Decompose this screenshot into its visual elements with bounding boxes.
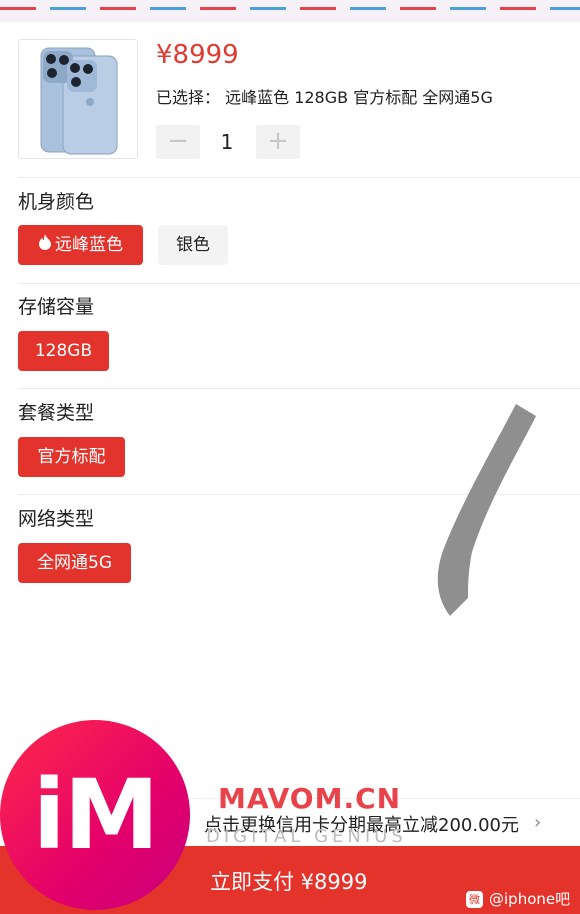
option-color-blue[interactable]: 远峰蓝色 — [18, 225, 143, 265]
divider — [18, 283, 580, 284]
pay-now-label: 立即支付 ¥8999 — [210, 870, 368, 894]
selected-prefix: 已选择： — [156, 88, 221, 107]
section-title-color: 机身颜色 — [18, 191, 95, 213]
option-network-5g[interactable]: 全网通5G — [18, 543, 131, 583]
quantity-value: 1 — [220, 130, 234, 154]
selected-summary: 已选择： 远峰蓝色 128GB 官方标配 全网通5G — [156, 84, 493, 108]
product-thumbnail — [18, 39, 138, 159]
product-price: ¥8999 — [156, 40, 239, 70]
quantity-decrease-button[interactable]: − — [156, 125, 200, 159]
weibo-icon: 微 — [466, 891, 483, 908]
watermark-logo: iM — [0, 720, 190, 910]
gray-swoosh-mark — [437, 404, 536, 616]
weibo-handle: @iphone吧 — [489, 890, 571, 908]
divider — [18, 388, 580, 389]
divider — [18, 177, 580, 178]
quantity-increase-button[interactable]: + — [256, 125, 300, 159]
chevron-right-icon: › — [534, 812, 542, 833]
iphone-image — [40, 47, 118, 155]
option-storage-128gb[interactable]: 128GB — [18, 331, 109, 371]
flame-icon — [38, 225, 52, 265]
watermark-site: MAVOM.CN — [218, 782, 402, 815]
section-title-network: 网络类型 — [18, 508, 95, 530]
option-label: 远峰蓝色 — [55, 235, 123, 255]
watermark-tagline: DIGITAL GENIUS — [206, 826, 407, 847]
envelope-border — [0, 0, 580, 22]
section-title-package: 套餐类型 — [18, 402, 95, 424]
option-package-official[interactable]: 官方标配 — [18, 437, 125, 477]
option-color-silver[interactable]: 银色 — [158, 225, 228, 265]
selected-value: 远峰蓝色 128GB 官方标配 全网通5G — [225, 88, 493, 107]
envelope-stripe — [0, 7, 580, 10]
section-title-storage: 存储容量 — [18, 296, 95, 318]
weibo-watermark: 微 @iphone吧 — [466, 888, 570, 909]
